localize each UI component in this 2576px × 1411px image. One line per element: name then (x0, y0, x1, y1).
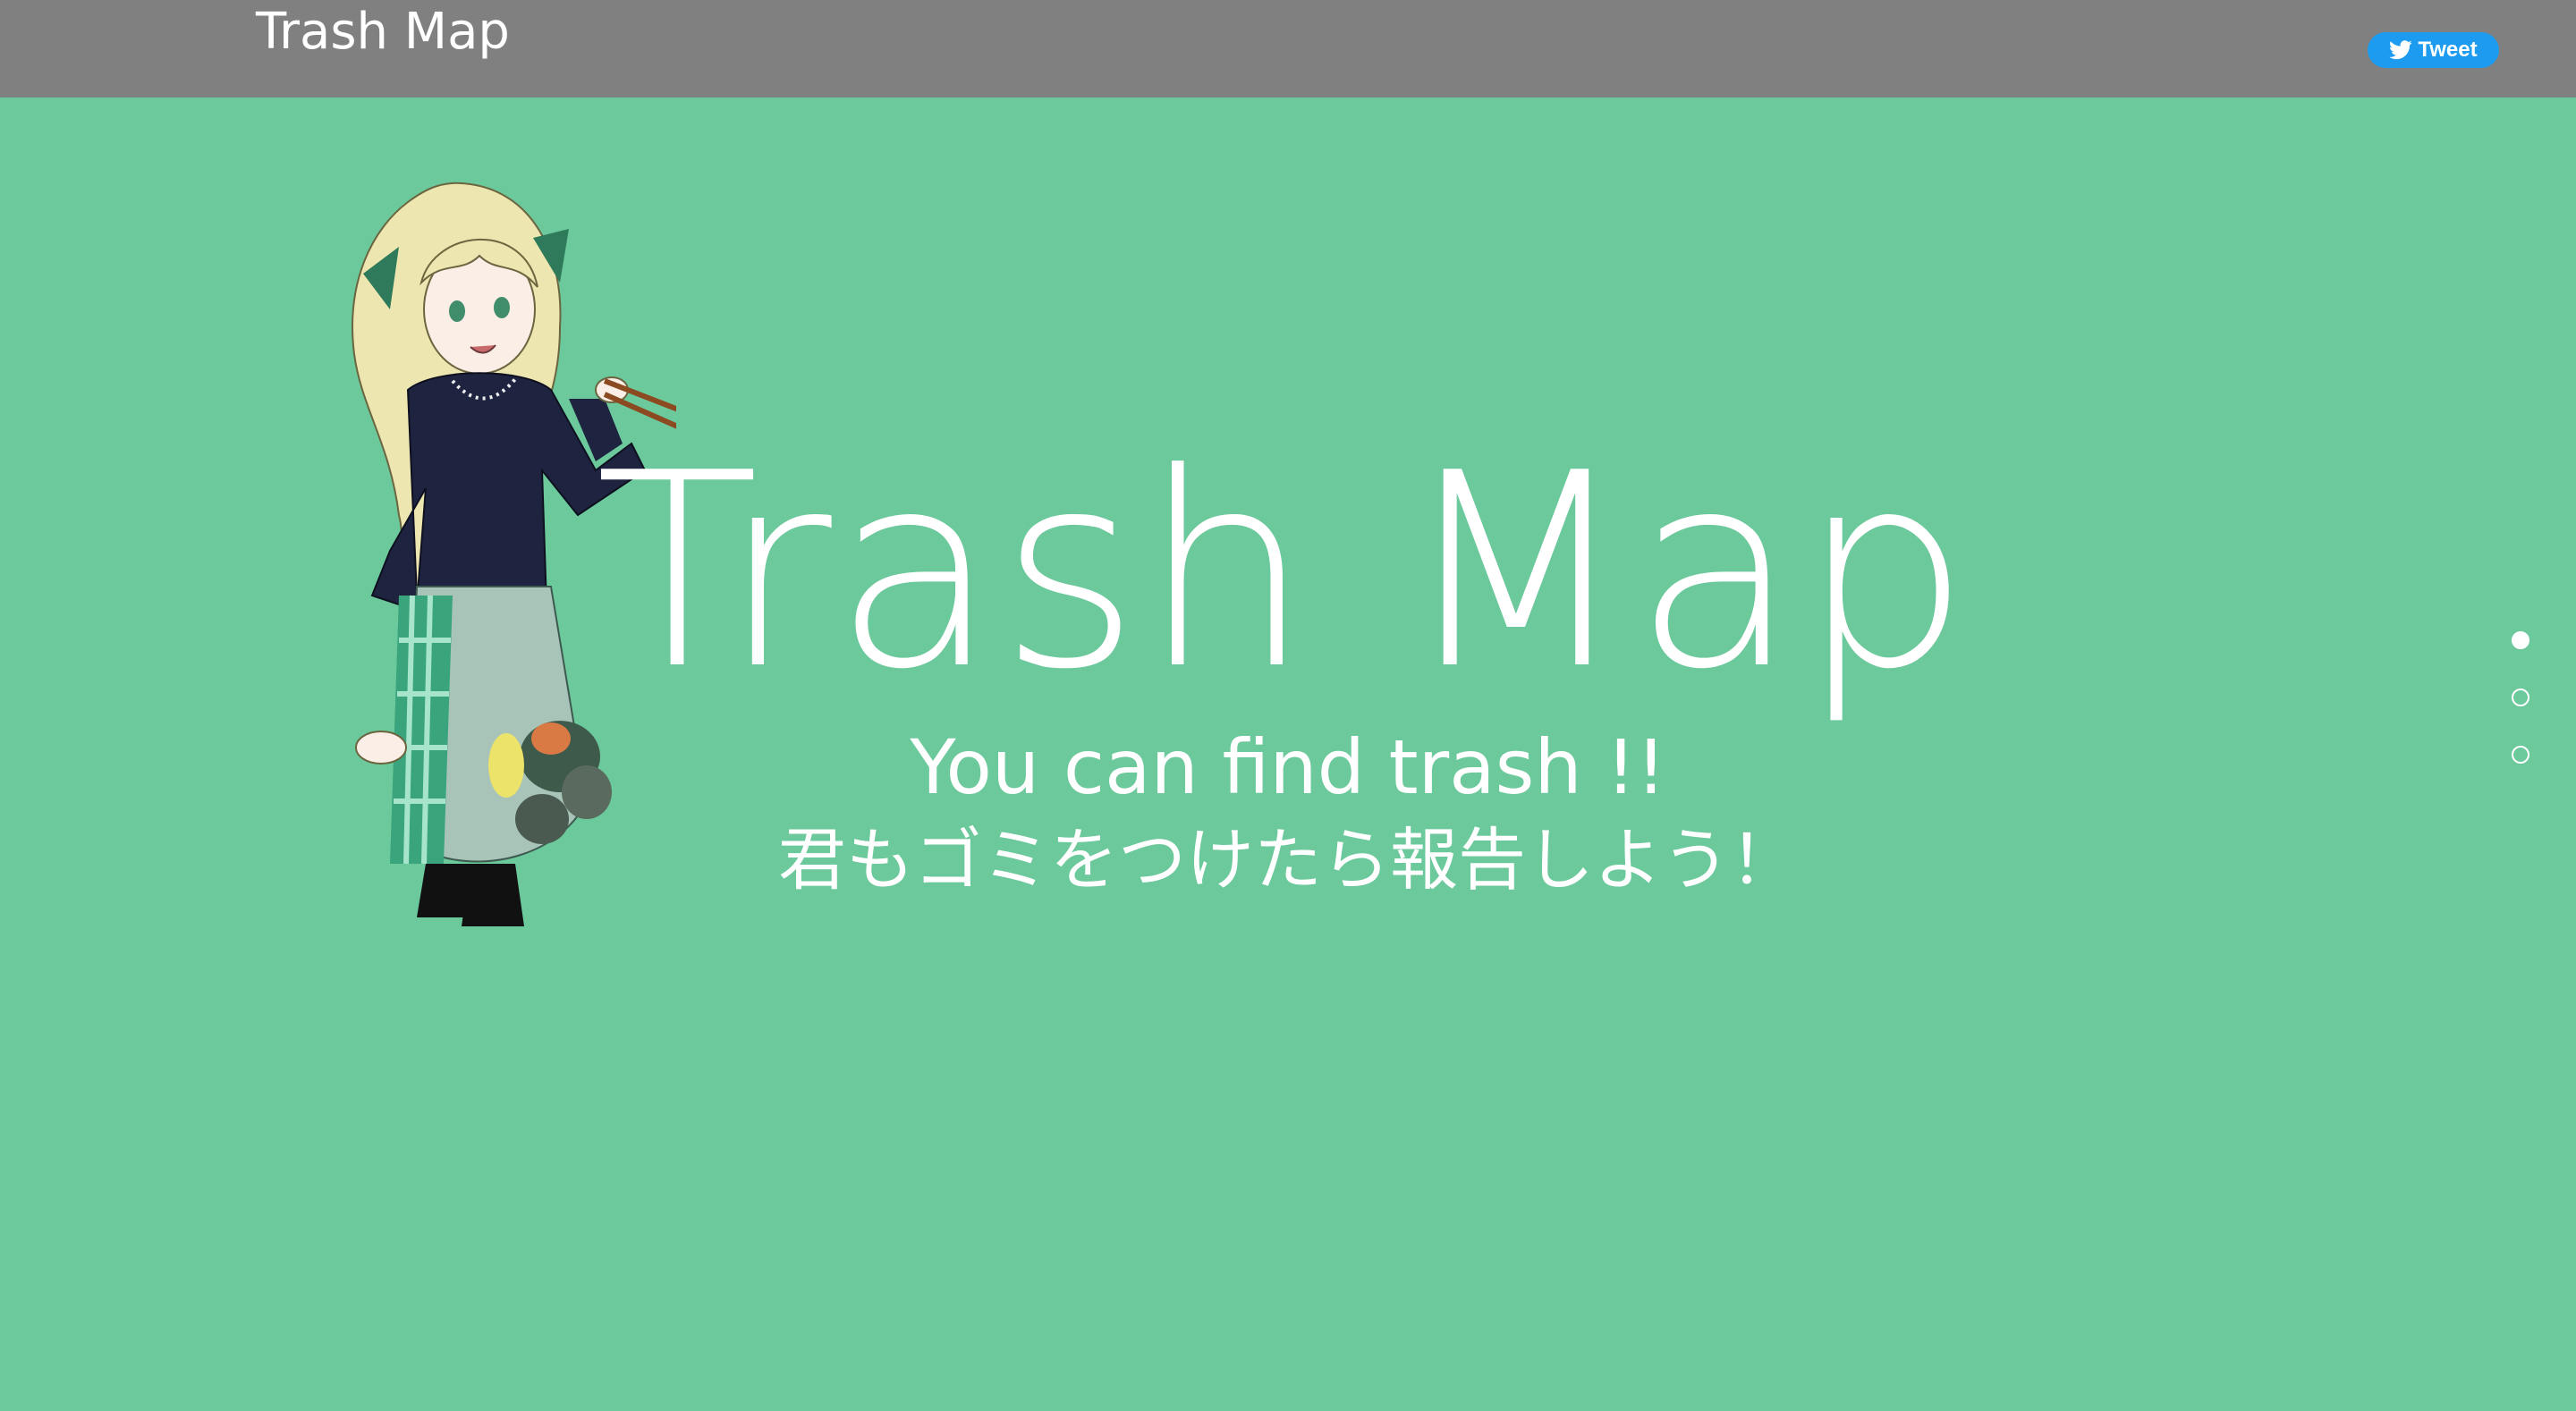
top-navbar: Trash Map Tweet (0, 0, 2576, 97)
hero-subtitle-ja: 君もゴミをつけたら報告しよう！ (778, 820, 1798, 900)
brand-link[interactable]: Trash Map (256, 0, 510, 64)
pagination-dot-1[interactable] (2512, 631, 2529, 649)
hero-subtitle-en: You can find trash !! (910, 723, 1666, 811)
tweet-button-label: Tweet (2418, 38, 2478, 62)
pagination-dot-3[interactable] (2512, 746, 2529, 764)
pagination-dot-2[interactable] (2512, 689, 2529, 706)
hero-title: Trash Map (595, 416, 1972, 728)
section-pagination (2512, 631, 2533, 803)
tweet-button[interactable]: Tweet (2368, 32, 2499, 68)
twitter-bird-icon (2389, 40, 2412, 60)
